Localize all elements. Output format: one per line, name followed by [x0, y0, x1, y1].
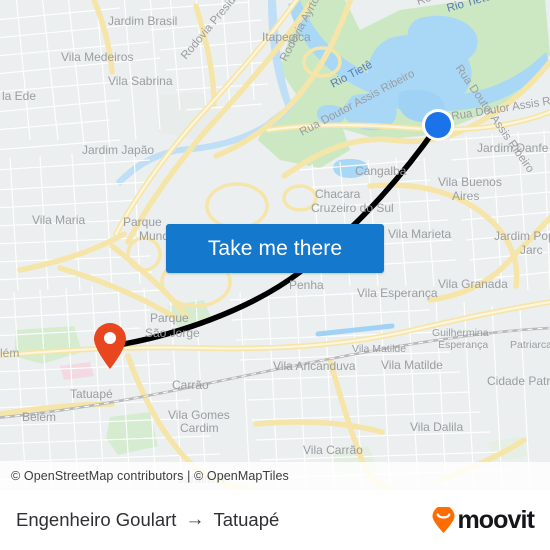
origin-dot[interactable] — [416, 103, 460, 147]
map-attribution: © OpenStreetMap contributors | © OpenMap… — [0, 462, 550, 490]
map-label: Rio Tietê — [329, 59, 375, 91]
moovit-wordmark: moovit — [457, 505, 534, 534]
arrow-right-icon: → — [185, 509, 205, 530]
map-label: Vila Sabrina — [108, 74, 173, 88]
map-label: Parque — [123, 215, 162, 229]
map-label: Penha — [289, 278, 324, 292]
moovit-pin-icon — [432, 506, 455, 533]
map-label: Jardim Brasil — [108, 14, 177, 28]
map-label: Vila Granada — [438, 277, 508, 291]
destination-label: Tatuapé — [213, 509, 280, 530]
map-label: Vila Marieta — [388, 227, 451, 241]
map-label: Rio Tietê — [446, 0, 493, 15]
moovit-logo[interactable]: moovit — [431, 505, 535, 535]
map-label: Cangalba — [355, 164, 407, 178]
map-label: Cidade Patr — [487, 374, 550, 388]
map-label: la Ede — [2, 89, 36, 103]
map-label: Patriarca — [510, 339, 550, 351]
map-label: Vila Matilde — [381, 358, 443, 372]
map-label: Vila Maria — [32, 213, 85, 227]
map-label: Jarc — [520, 243, 543, 257]
map-label: Cruzeiro do Sul — [311, 201, 394, 215]
route-summary: Engenheiro Goulart → Tatuapé — [16, 509, 279, 531]
map-label: Rodovia Presidente Dutra — [179, 0, 273, 62]
map-label: São Jorge — [145, 326, 200, 340]
take-me-there-label: Take me there — [207, 236, 343, 260]
map-label: Vila Esperança — [357, 286, 438, 300]
map-label: Vila Aricanduva — [273, 359, 356, 373]
destination-pin[interactable] — [92, 322, 128, 370]
map-label: Carrão — [172, 378, 209, 392]
map-label: Cardim — [180, 421, 219, 435]
map-label: Tatuapé — [70, 387, 113, 401]
take-me-there-button[interactable]: Take me there — [166, 224, 384, 273]
map-label: Guilhermina- — [432, 327, 493, 339]
map-label: Jardim Pop — [494, 229, 550, 243]
map-label: lém — [0, 346, 19, 360]
map-label: Belém — [22, 410, 56, 424]
map-label: Vila Medeiros — [61, 50, 133, 64]
map-label: Aires — [452, 189, 479, 203]
origin-label: Engenheiro Goulart — [16, 509, 177, 530]
map-screen: Jardim Brasil Itapegica Vila Medeiros Vila … — [0, 0, 550, 550]
map-label: Esperança — [438, 339, 488, 351]
map-label: Vila Gomes — [168, 408, 230, 422]
footer-bar: Engenheiro Goulart → Tatuapé moovit — [0, 490, 550, 550]
map-label: Mund — [139, 229, 169, 243]
map-label: Jardim Japão — [82, 143, 154, 157]
map-canvas[interactable]: Jardim Brasil Itapegica Vila Medeiros Vila … — [0, 0, 550, 490]
map-label: Jardim Danfe — [477, 141, 549, 155]
map-label: Vila Carrão — [303, 443, 363, 457]
map-label: Parque — [150, 311, 189, 325]
map-label: Vila Matilde — [352, 343, 406, 355]
map-label: Vila Buenos — [438, 175, 502, 189]
map-label: Vila Dalila — [410, 420, 463, 434]
attribution-text: © OpenStreetMap contributors | © OpenMap… — [11, 469, 289, 483]
map-label: Chacara — [315, 187, 361, 201]
